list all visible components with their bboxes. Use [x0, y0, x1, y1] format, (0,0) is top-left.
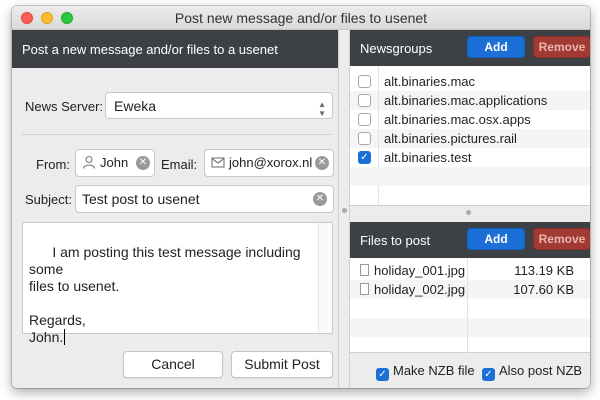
compose-header: Post a new message and/or files to a use…: [12, 30, 338, 68]
email-label: Email:: [161, 157, 198, 172]
horizontal-splitter-handle-icon[interactable]: [466, 210, 471, 215]
make-nzb-checkbox[interactable]: ✓ Make NZB file: [376, 363, 475, 381]
subject-label: Subject:: [25, 192, 72, 207]
clear-email-icon[interactable]: ✕: [315, 156, 329, 170]
add-file-button[interactable]: Add: [467, 228, 525, 250]
message-scrollbar[interactable]: [318, 223, 332, 333]
window-title: Post new message and/or files to usenet: [174, 10, 428, 26]
newsgroup-row[interactable]: alt.binaries.mac.applications: [350, 91, 590, 110]
newsgroup-checkbox[interactable]: [358, 75, 371, 88]
newsgroup-row[interactable]: alt.binaries.mac.osx.apps: [350, 110, 590, 129]
news-server-label: News Server:: [25, 99, 104, 114]
file-name: holiday_001.jpg: [374, 263, 466, 278]
file-size: 107.60 KB: [513, 282, 574, 297]
checkmark-icon: ✓: [376, 368, 389, 381]
newsgroups-header: Newsgroups Add Remove: [350, 30, 590, 66]
file-size: 113.19 KB: [514, 263, 574, 278]
email-value: john@xorox.nl: [229, 155, 313, 170]
newsgroup-name: alt.binaries.pictures.rail: [384, 131, 517, 146]
newsgroup-row[interactable]: alt.binaries.mac: [350, 72, 590, 91]
newsgroups-title: Newsgroups: [360, 41, 433, 56]
form-divider: [22, 134, 332, 135]
file-icon: [360, 264, 369, 276]
newsgroup-checkbox[interactable]: [358, 113, 371, 126]
column-divider: [467, 258, 468, 353]
sidebar-pane: Newsgroups Add Remove alt.binaries.mac a…: [350, 30, 590, 388]
newsgroup-row[interactable]: ✓ alt.binaries.test: [350, 148, 590, 167]
from-value: John: [100, 155, 129, 170]
newsgroup-name: alt.binaries.test: [384, 150, 472, 165]
empty-row: [350, 318, 590, 337]
newsgroups-list: alt.binaries.mac alt.binaries.mac.applic…: [350, 66, 590, 206]
message-body-textarea[interactable]: I am posting this test message including…: [22, 222, 333, 345]
make-nzb-label: Make NZB file: [393, 363, 475, 378]
checkmark-icon: ✓: [482, 368, 495, 381]
cancel-button[interactable]: Cancel: [123, 351, 223, 378]
mail-icon: [211, 157, 225, 168]
from-field[interactable]: John ✕: [75, 149, 155, 177]
files-title: Files to post: [360, 233, 431, 248]
subject-field[interactable]: Test post to usenet ✕: [75, 185, 334, 213]
clear-from-icon[interactable]: ✕: [136, 156, 150, 170]
clear-subject-icon[interactable]: ✕: [313, 192, 327, 206]
news-server-select[interactable]: Eweka ▲ ▼: [105, 92, 333, 119]
submit-post-button[interactable]: Submit Post: [231, 351, 333, 378]
email-field[interactable]: john@xorox.nl ✕: [204, 149, 334, 177]
vertical-splitter[interactable]: [338, 30, 350, 388]
file-row[interactable]: holiday_002.jpg 107.60 KB: [350, 280, 590, 299]
from-label: From:: [36, 157, 70, 172]
empty-row: [350, 167, 590, 186]
add-newsgroup-button[interactable]: Add: [467, 36, 525, 58]
newsgroup-row[interactable]: alt.binaries.pictures.rail: [350, 129, 590, 148]
compose-pane: Post a new message and/or files to a use…: [12, 30, 338, 388]
text-caret: [64, 329, 66, 345]
newsgroup-checkbox-checked[interactable]: ✓: [358, 151, 371, 164]
remove-file-button[interactable]: Remove: [533, 228, 590, 250]
person-icon: [82, 155, 96, 169]
newsgroup-checkbox[interactable]: [358, 94, 371, 107]
also-post-nzb-checkbox[interactable]: ✓ Also post NZB: [482, 363, 582, 381]
file-icon: [360, 283, 369, 295]
files-list: holiday_001.jpg 113.19 KB holiday_002.jp…: [350, 258, 590, 353]
select-arrows-icon: ▲ ▼: [318, 100, 326, 118]
post-message-window: Post new message and/or files to usenet …: [12, 6, 590, 388]
also-post-nzb-label: Also post NZB: [499, 363, 583, 378]
news-server-value: Eweka: [114, 98, 157, 114]
files-header: Files to post Add Remove: [350, 222, 590, 258]
newsgroup-name: alt.binaries.mac.osx.apps: [384, 112, 531, 127]
newsgroup-name: alt.binaries.mac.applications: [384, 93, 548, 108]
message-body-text: I am posting this test message including…: [29, 244, 301, 345]
newsgroup-checkbox[interactable]: [358, 132, 371, 145]
newsgroup-name: alt.binaries.mac: [384, 74, 476, 89]
file-name: holiday_002.jpg: [374, 282, 466, 297]
title-bar: Post new message and/or files to usenet: [12, 6, 590, 30]
subject-value: Test post to usenet: [82, 191, 200, 207]
remove-newsgroup-button[interactable]: Remove: [533, 36, 590, 58]
file-row[interactable]: holiday_001.jpg 113.19 KB: [350, 261, 590, 280]
splitter-handle-icon[interactable]: [342, 208, 347, 213]
